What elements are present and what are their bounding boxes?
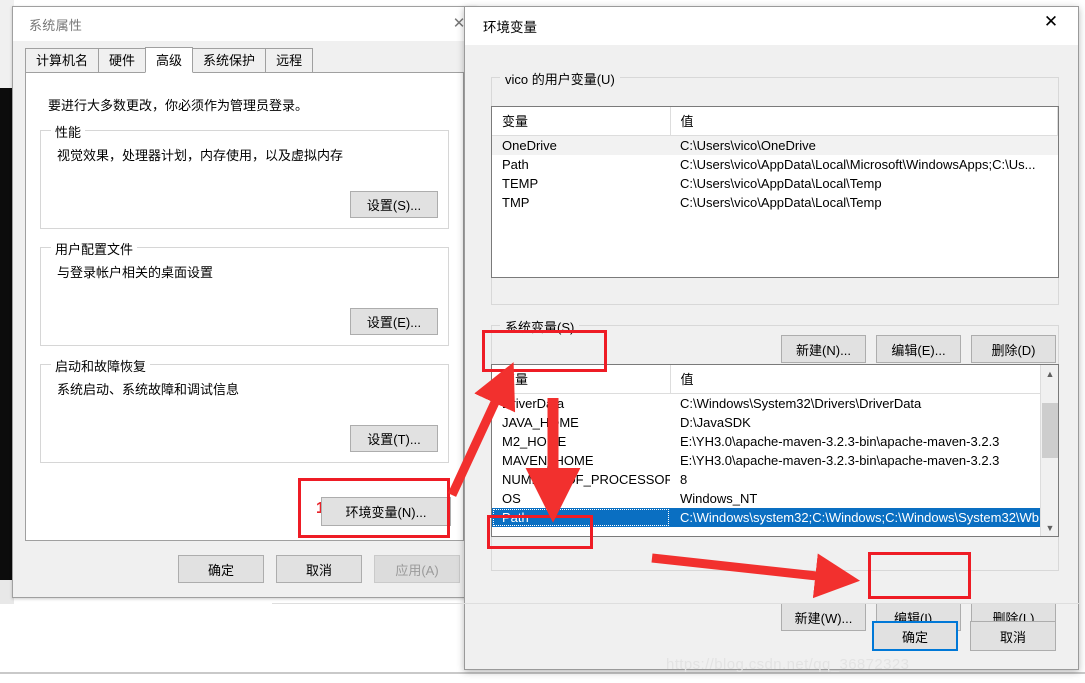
system-variables-scrollbar[interactable]: ▲ ▼: [1040, 365, 1058, 536]
performance-group: 性能 视觉效果，处理器计划，内存使用，以及虚拟内存 设置(S)...: [40, 122, 449, 229]
performance-button-row: 设置(S)...: [350, 191, 438, 218]
footer-divider: [272, 603, 1080, 604]
sys-var-value: C:\Windows\system32;C:\Windows;C:\Window…: [670, 508, 1042, 527]
table-row[interactable]: M2_HOME E:\YH3.0\apache-maven-3.2.3-bin\…: [492, 432, 1042, 451]
scrollbar-thumb[interactable]: [1042, 403, 1058, 458]
watermark-text: https://blog.csdn.net/qq_36872323: [666, 656, 910, 673]
table-header-row: 变量 值: [492, 365, 1042, 394]
desktop-divider: [0, 672, 1085, 674]
system-properties-titlebar: 系统属性 ✕: [13, 7, 476, 41]
startup-recovery-description: 系统启动、系统故障和调试信息: [57, 382, 240, 397]
environment-variables-titlebar: 环境变量 ✕: [465, 7, 1078, 45]
startup-recovery-button-row: 设置(T)...: [350, 425, 438, 452]
table-row[interactable]: OneDrive C:\Users\vico\OneDrive: [492, 135, 1058, 155]
sys-var-name: OS: [502, 491, 521, 506]
sys-var-value: 8: [680, 472, 688, 487]
user-profiles-settings-button[interactable]: 设置(E)...: [350, 308, 438, 335]
table-row[interactable]: DriverData C:\Windows\System32\Drivers\D…: [492, 394, 1042, 414]
system-properties-ok-button[interactable]: 确定: [178, 555, 264, 583]
startup-recovery-group-legend: 启动和故障恢复: [51, 356, 151, 375]
chevron-down-icon[interactable]: ▼: [1041, 519, 1058, 536]
sys-var-value: E:\YH3.0\apache-maven-3.2.3-bin\apache-m…: [680, 453, 1000, 468]
table-row[interactable]: TEMP C:\Users\vico\AppData\Local\Temp: [492, 174, 1058, 193]
tab-advanced[interactable]: 高级: [145, 47, 194, 73]
system-variables-legend: 系统变量(S): [500, 317, 580, 336]
user-profiles-description: 与登录帐户相关的桌面设置: [57, 265, 214, 280]
chevron-up-icon[interactable]: ▲: [1041, 365, 1058, 382]
system-properties-title: 系统属性: [29, 17, 83, 33]
tab-system-protection[interactable]: 系统保护: [192, 48, 267, 72]
table-row[interactable]: Path C:\Users\vico\AppData\Local\Microso…: [492, 155, 1058, 174]
admin-login-note: 要进行大多数更改，你必须作为管理员登录。: [48, 98, 309, 113]
system-properties-cancel-button[interactable]: 取消: [276, 555, 362, 583]
sys-var-name: JAVA_HOME: [502, 415, 579, 430]
tab-computer-name[interactable]: 计算机名: [25, 48, 100, 72]
user-var-value: C:\Users\vico\OneDrive: [670, 135, 1058, 155]
tab-hardware[interactable]: 硬件: [98, 48, 147, 72]
table-row-selected[interactable]: Path C:\Windows\system32;C:\Windows;C:\W…: [492, 508, 1042, 527]
user-variables-table: 变量 值 OneDrive C:\Users\vico\OneDrive Pat…: [492, 107, 1058, 212]
sys-var-value: C:\Windows\System32\Drivers\DriverData: [680, 396, 922, 411]
performance-settings-button[interactable]: 设置(S)...: [350, 191, 438, 218]
system-properties-tabstrip: 计算机名 硬件 高级 系统保护 远程: [25, 47, 466, 73]
environment-variables-dialog: 环境变量 ✕ vico 的用户变量(U) 变量 值 OneDrive C:\Us…: [272, 6, 1080, 670]
environment-variables-body: vico 的用户变量(U) 变量 值 OneDrive C:\Users\vic…: [272, 45, 1080, 669]
system-properties-apply-button: 应用(A): [374, 555, 460, 583]
sys-var-name: Path: [492, 508, 670, 527]
table-header-row: 变量 值: [492, 107, 1058, 136]
user-col-variable[interactable]: 变量: [492, 107, 671, 136]
system-variables-group: 系统变量(S) 变量 值 DriverData C:\Windows\Syste…: [491, 317, 1059, 571]
sys-var-name: DriverData: [502, 396, 565, 411]
tab-remote[interactable]: 远程: [265, 48, 314, 72]
environment-variables-button-row: 环境变量(N)...: [321, 497, 451, 526]
table-row[interactable]: JAVA_HOME D:\JavaSDK: [492, 413, 1042, 432]
table-row[interactable]: NUMBER_OF_PROCESSORS 8: [492, 470, 1042, 489]
startup-recovery-group: 启动和故障恢复 系统启动、系统故障和调试信息 设置(T)...: [40, 356, 449, 463]
user-variables-table-wrapper[interactable]: 变量 值 OneDrive C:\Users\vico\OneDrive Pat…: [491, 106, 1059, 278]
sys-var-value: Windows_NT: [680, 491, 758, 506]
system-variables-table: 变量 值 DriverData C:\Windows\System32\Driv…: [492, 365, 1042, 527]
user-variables-legend: vico 的用户变量(U): [500, 69, 620, 88]
user-var-value: C:\Users\vico\AppData\Local\Microsoft\Wi…: [680, 157, 1036, 172]
system-properties-body: 计算机名 硬件 高级 系统保护 远程 要进行大多数更改，你必须作为管理员登录。 …: [13, 41, 476, 597]
environment-variables-footer: 确定 取消: [272, 603, 1080, 651]
table-row[interactable]: OS Windows_NT: [492, 489, 1042, 508]
sys-col-value[interactable]: 值: [670, 365, 1042, 394]
environment-variables-cancel-button[interactable]: 取消: [970, 621, 1056, 651]
advanced-tab-panel: 要进行大多数更改，你必须作为管理员登录。 性能 视觉效果，处理器计划，内存使用，…: [25, 73, 464, 541]
user-col-value[interactable]: 值: [670, 107, 1058, 136]
performance-description: 视觉效果，处理器计划，内存使用，以及虚拟内存: [57, 148, 344, 163]
environment-variables-ok-button[interactable]: 确定: [872, 621, 958, 651]
screenshot-root: 系统属性 ✕ 计算机名 硬件 高级 系统保护 远程 要进行大多数更改，你必须作为…: [0, 0, 1085, 683]
close-icon[interactable]: ✕: [1028, 7, 1074, 37]
environment-variables-title: 环境变量: [483, 20, 537, 35]
user-var-name: Path: [502, 157, 529, 172]
user-var-name: TMP: [502, 195, 530, 210]
user-var-name: TEMP: [502, 176, 539, 191]
system-properties-dialog: 系统属性 ✕ 计算机名 硬件 高级 系统保护 远程 要进行大多数更改，你必须作为…: [12, 6, 477, 598]
sys-var-name: M2_HOME: [502, 434, 567, 449]
sys-var-name: NUMBER_OF_PROCESSORS: [502, 472, 670, 487]
system-properties-footer: 确定 取消 应用(A): [13, 541, 476, 597]
user-variables-group: vico 的用户变量(U) 变量 值 OneDrive C:\Users\vic…: [491, 69, 1059, 305]
table-row[interactable]: TMP C:\Users\vico\AppData\Local\Temp: [492, 193, 1058, 212]
sys-col-variable[interactable]: 变量: [492, 365, 671, 394]
sys-var-value: D:\JavaSDK: [680, 415, 751, 430]
system-variables-table-wrapper[interactable]: 变量 值 DriverData C:\Windows\System32\Driv…: [491, 364, 1059, 537]
environment-variables-button[interactable]: 环境变量(N)...: [321, 497, 451, 526]
user-var-value: C:\Users\vico\AppData\Local\Temp: [680, 195, 882, 210]
user-profiles-group-legend: 用户配置文件: [51, 239, 138, 258]
user-var-value: C:\Users\vico\AppData\Local\Temp: [680, 176, 882, 191]
sys-var-name: MAVEN_HOME: [502, 453, 594, 468]
system-new-button[interactable]: 新建(W)...: [781, 603, 866, 631]
startup-recovery-settings-button[interactable]: 设置(T)...: [350, 425, 438, 452]
sys-var-value: E:\YH3.0\apache-maven-3.2.3-bin\apache-m…: [680, 434, 1000, 449]
user-profiles-button-row: 设置(E)...: [350, 308, 438, 335]
performance-group-legend: 性能: [51, 122, 86, 141]
table-row[interactable]: MAVEN_HOME E:\YH3.0\apache-maven-3.2.3-b…: [492, 451, 1042, 470]
user-var-name: OneDrive: [492, 135, 670, 155]
user-profiles-group: 用户配置文件 与登录帐户相关的桌面设置 设置(E)...: [40, 239, 449, 346]
